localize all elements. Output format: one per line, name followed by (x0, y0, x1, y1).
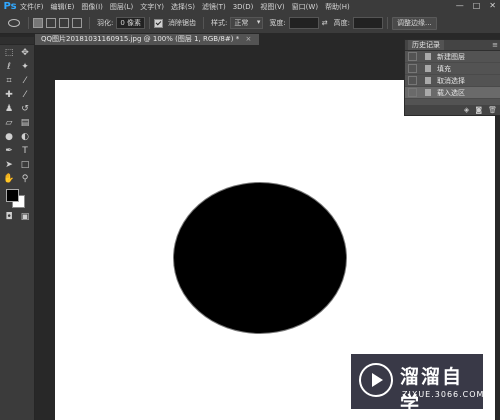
width-label: 宽度: (269, 19, 286, 27)
history-item[interactable]: 取消选择 (405, 75, 500, 87)
screen-mode-icon[interactable]: ▣ (18, 211, 32, 223)
rectangle-shape-icon[interactable]: □ (18, 159, 32, 171)
style-label: 样式: (211, 19, 228, 27)
eyedropper-icon[interactable]: ⁄ (18, 75, 32, 87)
blur-icon[interactable]: ● (2, 131, 16, 143)
tools-panel: ⬚ ✥ ℓ ✦ ⌗ ⁄ ✚ ⁄ ♟ ↺ ▱ ▤ ● ◐ ✒ T ➤ □ ✋ ⚲ … (0, 37, 35, 420)
camera-icon[interactable]: ◙ (475, 106, 482, 114)
close-icon[interactable]: ✕ (489, 1, 496, 10)
feather-label: 羽化: (97, 19, 114, 27)
menu-3d[interactable]: 3D(D) (233, 3, 254, 11)
add-selection-icon[interactable] (46, 18, 56, 28)
menu-edit[interactable]: 编辑(E) (51, 2, 75, 12)
path-select-icon[interactable]: ➤ (2, 159, 16, 171)
history-item[interactable]: 新建图层 (405, 51, 500, 63)
new-selection-icon[interactable] (33, 18, 43, 28)
history-brush-icon[interactable]: ↺ (18, 103, 32, 115)
lasso-icon[interactable]: ℓ (2, 61, 16, 73)
intersect-selection-icon[interactable] (72, 18, 82, 28)
history-state-icon (425, 53, 431, 60)
type-icon[interactable]: T (18, 145, 32, 157)
refine-edge-button[interactable]: 调整边缘... (392, 16, 437, 30)
menu-image[interactable]: 图像(I) (81, 2, 103, 12)
separator (387, 17, 388, 29)
play-logo-icon (359, 363, 393, 397)
history-tab[interactable]: 历史记录 (408, 40, 444, 50)
minimize-icon[interactable]: — (456, 1, 464, 10)
watermark-title: 溜溜自学 (400, 366, 464, 415)
separator (149, 17, 151, 29)
separator (89, 17, 90, 29)
zoom-icon[interactable]: ⚲ (18, 173, 32, 185)
menu-select[interactable]: 选择(S) (171, 2, 195, 12)
panel-grip[interactable] (0, 37, 34, 44)
history-state-icon (425, 77, 431, 84)
close-icon[interactable]: × (245, 35, 251, 43)
height-input[interactable] (353, 17, 383, 29)
spot-healing-icon[interactable]: ✚ (2, 89, 16, 101)
photoshop-logo: Ps (3, 1, 17, 12)
dodge-icon[interactable]: ◐ (18, 131, 32, 143)
height-label: 高度: (333, 19, 350, 27)
pen-icon[interactable]: ✒ (2, 145, 16, 157)
panel-menu-icon[interactable]: ≡ (492, 41, 498, 49)
style-select[interactable]: 正常 (230, 17, 264, 29)
history-brush-source-icon[interactable] (408, 76, 417, 85)
hand-icon[interactable]: ✋ (2, 173, 16, 185)
menu-view[interactable]: 视图(V) (260, 2, 284, 12)
history-brush-source-icon[interactable] (408, 64, 417, 73)
crop-icon[interactable]: ⌗ (2, 75, 16, 87)
eraser-icon[interactable]: ▱ (2, 117, 16, 129)
watermark-url: ZIXUE.3066.COM (402, 390, 485, 399)
history-item-label: 填充 (437, 64, 451, 73)
document-tab[interactable]: QQ图片20181031160915.jpg @ 100% (图层 1, RGB… (35, 34, 260, 45)
window-controls: — □ ✕ (456, 1, 496, 10)
history-state-icon (425, 89, 431, 96)
elliptical-marquee-tool-preset[interactable] (4, 17, 24, 29)
gradient-icon[interactable]: ▤ (18, 117, 32, 129)
foreground-color-swatch[interactable] (6, 189, 19, 202)
menu-type[interactable]: 文字(Y) (140, 2, 164, 12)
separator (203, 17, 205, 29)
move-icon[interactable]: ✥ (18, 47, 32, 59)
menu-bar: Ps 文件(F) 编辑(E) 图像(I) 图层(L) 文字(Y) 选择(S) 滤… (0, 0, 500, 13)
history-item[interactable]: 填充 (405, 63, 500, 75)
menu-layer[interactable]: 图层(L) (110, 2, 133, 12)
rectangular-marquee-icon[interactable]: ⬚ (2, 47, 16, 59)
history-item-label: 取消选择 (437, 76, 465, 85)
antialias-checkbox[interactable] (154, 18, 164, 28)
history-item-label: 新建图层 (437, 52, 465, 61)
subtract-selection-icon[interactable] (59, 18, 69, 28)
history-item-label: 载入选区 (437, 88, 465, 97)
clone-stamp-icon[interactable]: ♟ (2, 103, 16, 115)
width-input[interactable] (288, 17, 319, 29)
menu-filter[interactable]: 滤镜(T) (202, 2, 226, 12)
menu-file[interactable]: 文件(F) (20, 2, 44, 12)
magic-wand-icon[interactable]: ✦ (18, 61, 32, 73)
history-panel-header: 历史记录 ≡ (405, 40, 500, 51)
ellipse-icon (8, 19, 20, 27)
separator (28, 17, 29, 29)
trash-icon[interactable]: 🗑 (488, 106, 497, 114)
quick-mask-icon[interactable]: ◘ (2, 211, 16, 223)
history-state-icon (425, 65, 431, 72)
feather-input[interactable]: 0 像素 (116, 17, 146, 29)
swap-icon[interactable]: ⇄ (322, 19, 328, 27)
options-bar: 羽化: 0 像素 消除锯齿 样式: 正常 宽度: ⇄ 高度: 调整边缘... (0, 13, 500, 34)
snapshot-icon[interactable]: ◈ (464, 106, 469, 114)
menu-help[interactable]: 帮助(H) (325, 2, 350, 12)
antialias-label: 消除锯齿 (168, 19, 197, 27)
maximize-icon[interactable]: □ (473, 1, 481, 10)
history-panel-footer: ◈ ◙ 🗑 (405, 105, 500, 115)
document-title: QQ图片20181031160915.jpg @ 100% (图层 1, RGB… (41, 35, 240, 43)
history-brush-source-icon[interactable] (408, 52, 417, 61)
history-brush-source-icon[interactable] (408, 88, 417, 97)
history-item-selected[interactable]: 载入选区 (405, 87, 500, 99)
watermark: 溜溜自学 ZIXUE.3066.COM (351, 354, 485, 415)
brush-icon[interactable]: ⁄ (18, 89, 32, 101)
menu-window[interactable]: 窗口(W) (292, 2, 318, 12)
black-ellipse-selection (174, 183, 346, 333)
history-panel: 历史记录 ≡ 新建图层 填充 取消选择 载入选区 ◈ ◙ 🗑 (404, 39, 500, 116)
